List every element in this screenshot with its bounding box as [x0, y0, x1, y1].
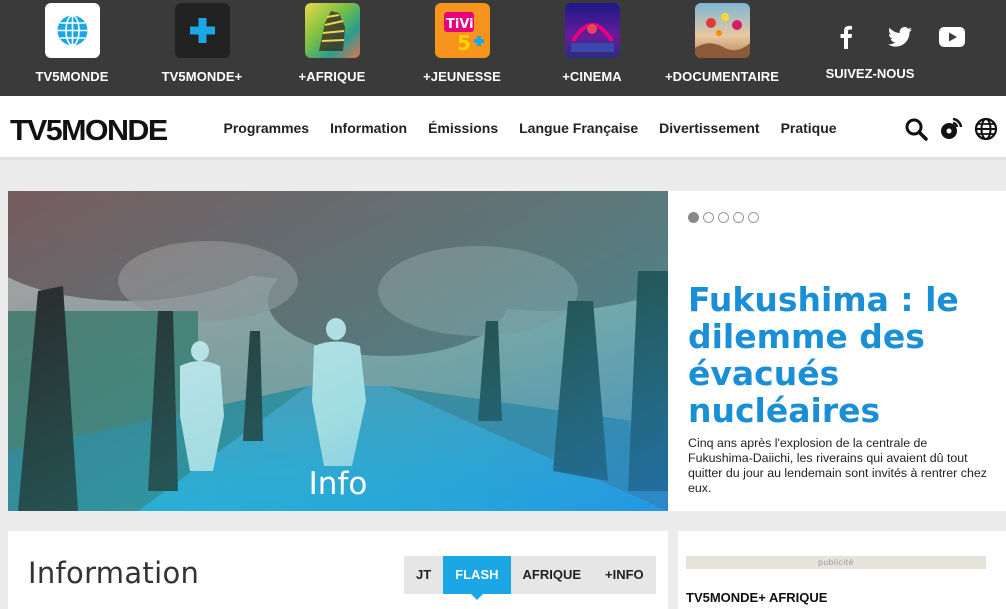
balloons-icon [695, 3, 750, 58]
live-broadcast-icon[interactable] [938, 116, 964, 142]
globe-icon [45, 3, 100, 58]
nav-item-pratique[interactable]: Pratique [770, 120, 847, 136]
channel-label: TV5MONDE [35, 69, 109, 84]
sidebar: publicité TV5MONDE+ AFRIQUE [678, 531, 1006, 609]
zebra-icon [305, 3, 360, 58]
facebook-icon[interactable] [831, 22, 861, 52]
nav-item-programmes[interactable]: Programmes [213, 120, 320, 136]
social-label: SUIVEZ-NOUS [825, 66, 915, 81]
main-nav: Programmes Information Émissions Langue … [213, 96, 847, 160]
tab-flash[interactable]: FLASH [443, 556, 511, 600]
channel-documentaire[interactable]: +DOCUMENTAIRE [662, 3, 782, 93]
carousel-dot[interactable] [688, 212, 699, 223]
nav-item-langue-francaise[interactable]: Langue Française [509, 120, 649, 136]
twitter-icon[interactable] [885, 22, 915, 52]
hero-image[interactable] [8, 191, 668, 511]
sidebar-title[interactable]: TV5MONDE+ AFRIQUE [686, 590, 827, 605]
carousel-dots [688, 212, 759, 223]
search-icon[interactable] [903, 116, 929, 142]
channel-label: TV5MONDE+ [161, 69, 243, 84]
nav-tools [903, 116, 999, 142]
nav-item-information[interactable]: Information [320, 120, 418, 136]
plus-icon [175, 3, 230, 58]
nav-item-divertissement[interactable]: Divertissement [649, 120, 770, 136]
channel-tv5monde-plus[interactable]: TV5MONDE+ [142, 3, 262, 93]
svg-text:5: 5 [457, 31, 471, 55]
channel-afrique[interactable]: +AFRIQUE [272, 3, 392, 93]
channel-label: +CINEMA [562, 69, 622, 84]
hero-summary: Cinq ans après l'explosion de la central… [688, 436, 987, 495]
section-title: Information [28, 556, 200, 590]
channel-label: +AFRIQUE [298, 69, 366, 84]
carousel-dot[interactable] [733, 212, 744, 223]
carousel-dot[interactable] [718, 212, 729, 223]
nav-item-emissions[interactable]: Émissions [418, 120, 509, 136]
brand-logo[interactable]: TV5MONDE [10, 115, 168, 148]
youtube-icon[interactable] [937, 22, 967, 52]
cinema-icon [565, 3, 620, 58]
tab-afrique[interactable]: AFRIQUE [511, 556, 594, 594]
channel-label: +DOCUMENTAIRE [664, 69, 780, 84]
hero-carousel: Info Fukushima : le dilemme des évacués … [8, 191, 1006, 511]
info-tabs: JT FLASH AFRIQUE +INFO [404, 556, 656, 600]
hero-category-label: Info [308, 466, 368, 502]
channel-jeunesse[interactable]: TiVi 5 +JEUNESSE [402, 3, 522, 93]
channel-tv5monde[interactable]: TV5MONDE [12, 3, 132, 93]
channel-bar: TV5MONDE TV5MONDE+ +AFRIQUE TiVi 5 +JEUN… [0, 0, 1006, 96]
page-divider [0, 163, 1006, 191]
tab-jt[interactable]: JT [404, 556, 443, 594]
svg-text:TiVi: TiVi [446, 17, 474, 32]
channel-cinema[interactable]: +CINEMA [532, 3, 652, 93]
channel-label: +JEUNESSE [423, 69, 501, 84]
tab-plus-info[interactable]: +INFO [593, 556, 656, 594]
hero-headline[interactable]: Fukushima : le dilemme des évacués nuclé… [688, 281, 988, 429]
tivi5-icon: TiVi 5 [435, 3, 490, 58]
information-section: Information JT FLASH AFRIQUE +INFO [8, 531, 668, 609]
main-navbar: TV5MONDE Programmes Information Émission… [0, 96, 1006, 160]
ad-label: publicité [686, 556, 986, 569]
social-links: SUIVEZ-NOUS [810, 18, 985, 88]
carousel-dot[interactable] [703, 212, 714, 223]
carousel-dot[interactable] [748, 212, 759, 223]
language-globe-icon[interactable] [973, 116, 999, 142]
